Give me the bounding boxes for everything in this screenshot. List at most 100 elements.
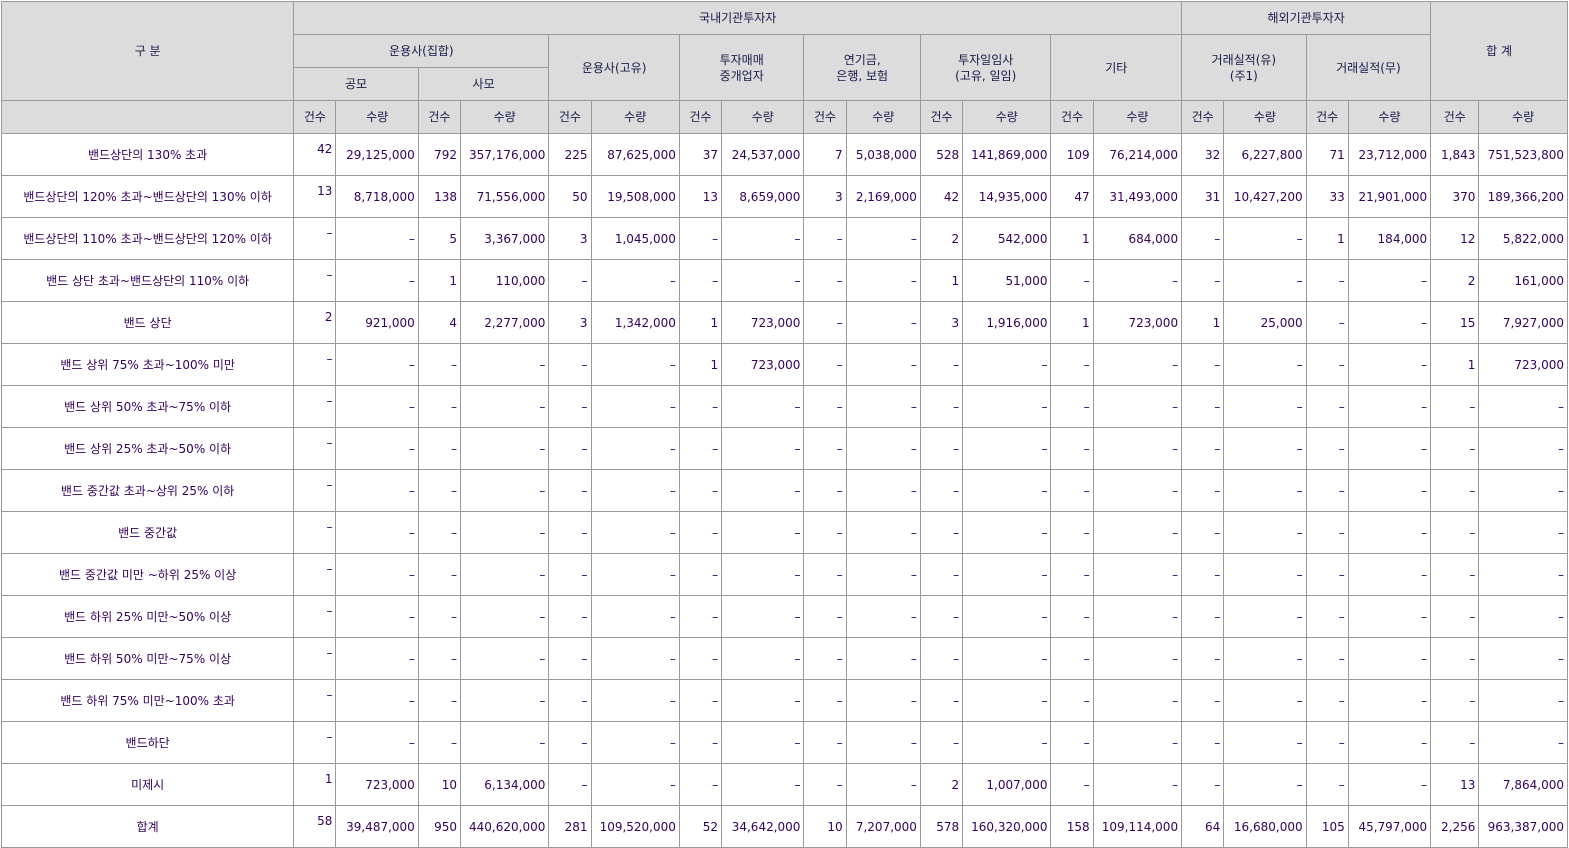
cell-quantity: – — [1092, 511, 1183, 554]
cell-quantity: – — [459, 385, 550, 428]
cell-quantity: – — [335, 217, 419, 260]
cell-count: 13 — [678, 175, 723, 218]
cell-count: – — [548, 637, 592, 680]
cell-count: – — [1305, 301, 1349, 344]
subheader-quantity: 수량 — [1223, 100, 1307, 134]
cell-count: – — [803, 721, 847, 764]
cell-count: 3 — [548, 301, 592, 344]
row-label: 밴드 하위 25% 미만~50% 이상 — [0, 595, 295, 638]
cell-quantity: – — [1223, 259, 1307, 302]
cell-count: 32 — [1181, 133, 1225, 176]
cell-count: – — [678, 511, 723, 554]
subheader-count: 건수 — [1050, 100, 1094, 134]
cell-quantity: – — [962, 469, 1052, 512]
cell-count: – — [919, 637, 964, 680]
cell-count: – — [803, 595, 847, 638]
cell-count: – — [1050, 511, 1094, 554]
table-row: 밴드 하위 75% 미만~100% 초과 – – – – – – – – – – – – – – – – – – – – — [0, 679, 1568, 722]
cell-quantity: 2,277,000 — [459, 301, 550, 344]
cell-quantity: 751,523,800 — [1478, 133, 1568, 176]
cell-quantity: – — [845, 637, 921, 680]
cell-quantity: – — [1347, 343, 1432, 386]
cell-count: – — [1181, 511, 1225, 554]
cell-quantity: 87,625,000 — [590, 133, 680, 176]
header-public: 공모 — [293, 67, 419, 101]
cell-quantity: – — [721, 679, 805, 722]
cell-count: 1 — [417, 259, 461, 302]
cell-count: – — [293, 511, 337, 554]
cell-count: – — [1305, 469, 1349, 512]
cell-quantity: – — [1092, 721, 1183, 764]
cell-count: – — [1181, 217, 1225, 260]
cell-count: 1 — [678, 301, 723, 344]
cell-quantity: – — [335, 553, 419, 596]
cell-count: 3 — [803, 175, 847, 218]
table-row: 밴드 상단 2 921,000 4 2,277,000 3 1,342,000 1 723,00… — [0, 301, 1568, 344]
cell-quantity: 723,000 — [1092, 301, 1183, 344]
cell-quantity: – — [335, 637, 419, 680]
cell-quantity: 14,935,000 — [962, 175, 1052, 218]
subheader-quantity: 수량 — [459, 100, 550, 134]
cell-count: – — [1181, 385, 1225, 428]
cell-quantity: 921,000 — [335, 301, 419, 344]
header-pension-line1: 연기금, — [843, 52, 881, 67]
cell-quantity: 1,916,000 — [962, 301, 1052, 344]
cell-count: – — [1430, 469, 1480, 512]
cell-count: 528 — [919, 133, 964, 176]
cell-quantity: – — [845, 553, 921, 596]
cell-count: – — [1305, 721, 1349, 764]
cell-count: – — [1050, 679, 1094, 722]
cell-quantity: – — [721, 595, 805, 638]
cell-count: – — [1050, 385, 1094, 428]
subheader-count: 건수 — [678, 100, 723, 134]
cell-quantity: – — [1347, 637, 1432, 680]
cell-quantity: – — [1092, 637, 1183, 680]
cell-count: – — [293, 217, 337, 260]
row-label: 밴드 상단 — [0, 301, 295, 344]
cell-quantity: 76,214,000 — [1092, 133, 1183, 176]
cell-quantity: 723,000 — [1478, 343, 1568, 386]
subheader-quantity: 수량 — [335, 100, 419, 134]
cell-quantity: – — [1347, 553, 1432, 596]
cell-count: – — [1305, 595, 1349, 638]
cell-count: – — [1050, 721, 1094, 764]
cell-quantity: 5,038,000 — [845, 133, 921, 176]
cell-quantity: 5,822,000 — [1478, 217, 1568, 260]
cell-count: 281 — [548, 805, 592, 848]
cell-count: 225 — [548, 133, 592, 176]
cell-count: – — [1050, 427, 1094, 470]
cell-quantity: – — [962, 679, 1052, 722]
cell-quantity: – — [1478, 679, 1568, 722]
cell-count: – — [678, 385, 723, 428]
cell-quantity: – — [459, 511, 550, 554]
header-record-yes: 거래실적(유) (주1) — [1181, 34, 1307, 101]
cell-count: – — [417, 511, 461, 554]
cell-count: – — [293, 721, 337, 764]
cell-quantity: – — [962, 385, 1052, 428]
cell-count: – — [678, 637, 723, 680]
cell-count: – — [803, 343, 847, 386]
cell-quantity: – — [1092, 763, 1183, 806]
cell-count: – — [1050, 763, 1094, 806]
cell-count: – — [803, 469, 847, 512]
header-broker-line2: 중개업자 — [719, 68, 764, 83]
cell-count: 42 — [293, 133, 337, 176]
cell-quantity: – — [1347, 469, 1432, 512]
subheader-count: 건수 — [417, 100, 461, 134]
table-row: 밴드 하위 25% 미만~50% 이상 – – – – – – – – – – – – – – – – – – – – — [0, 595, 1568, 638]
cell-count: – — [803, 637, 847, 680]
cell-count: 1 — [1050, 217, 1094, 260]
cell-quantity: – — [335, 469, 419, 512]
cell-quantity: 3,367,000 — [459, 217, 550, 260]
table-body: 밴드상단의 130% 초과 42 29,125,000 792 357,176,000 2… — [0, 133, 1568, 848]
cell-count: – — [1305, 343, 1349, 386]
subheader-quantity: 수량 — [1347, 100, 1432, 134]
cell-count: 138 — [417, 175, 461, 218]
cell-count: 1 — [919, 259, 964, 302]
cell-quantity: – — [1347, 259, 1432, 302]
cell-count: – — [293, 637, 337, 680]
cell-count: – — [803, 553, 847, 596]
cell-count: – — [678, 595, 723, 638]
cell-quantity: 963,387,000 — [1478, 805, 1568, 848]
cell-quantity: 184,000 — [1347, 217, 1432, 260]
